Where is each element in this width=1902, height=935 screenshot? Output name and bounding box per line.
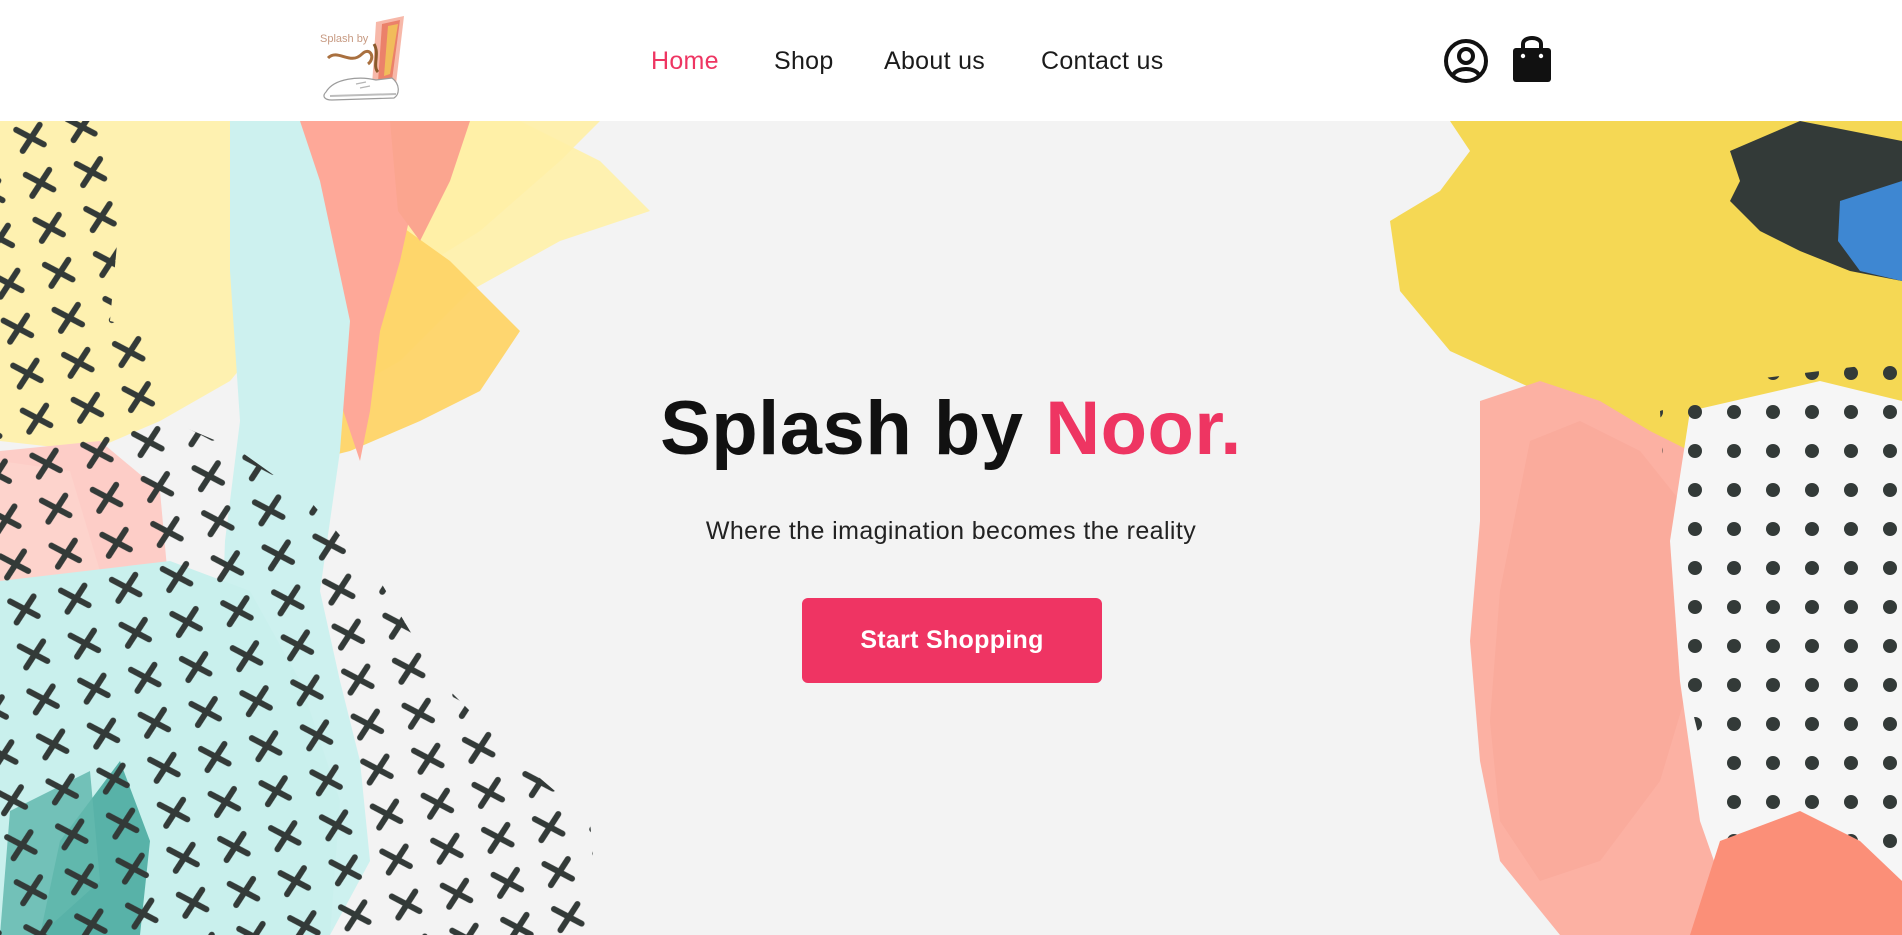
shopping-bag-icon	[1513, 36, 1551, 82]
nav-shop-link[interactable]: Shop	[774, 44, 834, 78]
hero-title: Splash by Noor.	[0, 384, 1902, 474]
start-shopping-button[interactable]: Start Shopping	[802, 598, 1102, 683]
account-button[interactable]	[1443, 38, 1489, 84]
hero-title-main: Splash by	[660, 386, 1046, 471]
site-header: Splash by Home Shop About us Contact us	[0, 0, 1902, 121]
nav-contact-link[interactable]: Contact us	[1041, 44, 1164, 78]
cart-button[interactable]	[1510, 34, 1554, 84]
nav-home-link[interactable]: Home	[651, 44, 719, 78]
hero-title-accent: Noor.	[1045, 386, 1242, 471]
user-circle-icon	[1444, 39, 1488, 83]
nav-about-link[interactable]: About us	[884, 44, 985, 78]
hero-subtitle: Where the imagination becomes the realit…	[705, 517, 1197, 545]
main-nav: Home Shop About us Contact us	[0, 44, 1902, 78]
hero-section: Splash by Noor. Where the imagination be…	[0, 121, 1902, 935]
